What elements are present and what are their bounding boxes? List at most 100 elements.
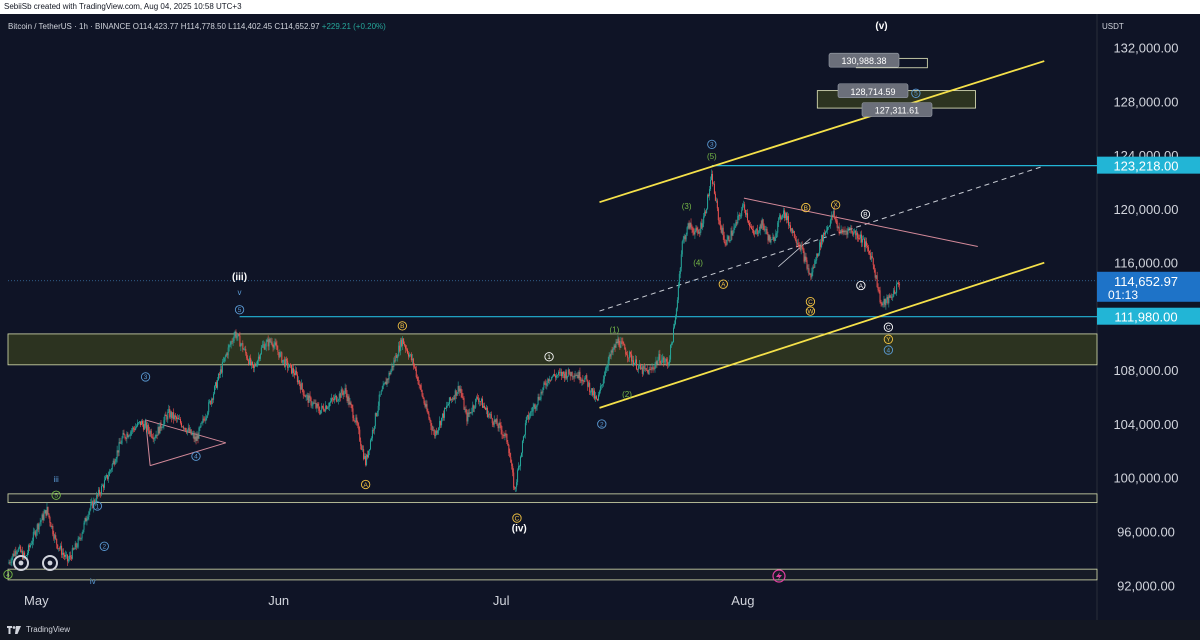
wave-label: (5) bbox=[707, 152, 717, 161]
candle-body bbox=[811, 272, 813, 278]
candle-body bbox=[771, 239, 773, 240]
candle-body bbox=[387, 378, 389, 380]
candle-body bbox=[388, 372, 390, 380]
candle-body bbox=[853, 232, 855, 235]
candle-body bbox=[476, 397, 478, 399]
candle-body bbox=[716, 200, 718, 209]
candle-body bbox=[362, 449, 364, 450]
candle-body bbox=[495, 419, 497, 423]
candle-body bbox=[208, 402, 210, 413]
candle-body bbox=[751, 228, 753, 231]
candle-body bbox=[543, 382, 545, 388]
candle-body bbox=[257, 356, 259, 361]
candle-body bbox=[842, 230, 844, 233]
candle-body bbox=[695, 227, 697, 232]
candle-body bbox=[60, 545, 62, 549]
candle-body bbox=[660, 363, 662, 364]
candle-body bbox=[242, 343, 244, 350]
wave-circle-marker: X bbox=[830, 200, 841, 210]
candle-body bbox=[764, 229, 766, 231]
candle-body bbox=[838, 226, 840, 234]
candle-body bbox=[158, 427, 160, 434]
candle-body bbox=[129, 435, 131, 436]
candle-body bbox=[384, 381, 386, 384]
candle-body bbox=[662, 357, 664, 360]
candle-body bbox=[40, 520, 42, 522]
candle-body bbox=[326, 405, 328, 409]
candle-body bbox=[661, 359, 663, 364]
candle-body bbox=[611, 350, 613, 353]
price-chart[interactable]: (v)(iii)(iv)viiiiv(1)(2)(3)(4)(5)3534512… bbox=[0, 0, 1200, 620]
candle-body bbox=[726, 239, 728, 245]
candle-body bbox=[674, 316, 676, 324]
candle-body bbox=[841, 229, 843, 231]
candle-body bbox=[692, 228, 694, 233]
candle-body bbox=[160, 422, 162, 429]
candle-body bbox=[560, 371, 562, 377]
candle-body bbox=[850, 229, 852, 231]
candle-body bbox=[291, 364, 293, 374]
candle-body bbox=[223, 357, 225, 362]
candle-body bbox=[863, 238, 865, 248]
candle-body bbox=[137, 422, 139, 427]
candle-body bbox=[869, 253, 871, 260]
marker-label: B bbox=[400, 323, 404, 330]
candle-body bbox=[407, 353, 409, 357]
candle-body bbox=[354, 420, 356, 422]
candle-body bbox=[747, 213, 749, 221]
candle-body bbox=[238, 334, 240, 336]
candle-body bbox=[803, 250, 805, 262]
candle-body bbox=[188, 427, 190, 433]
candle-body bbox=[175, 415, 177, 417]
candle-body bbox=[77, 538, 79, 547]
candle-body bbox=[396, 355, 398, 358]
candle-body bbox=[554, 374, 556, 376]
candle-body bbox=[38, 523, 40, 530]
candle-body bbox=[735, 222, 737, 226]
candle-body bbox=[164, 414, 166, 421]
candle-body bbox=[136, 426, 138, 428]
candle-body bbox=[550, 379, 552, 381]
candle-body bbox=[856, 232, 858, 236]
candle-body bbox=[471, 411, 473, 413]
candle-body bbox=[185, 430, 187, 433]
candle-body bbox=[225, 353, 227, 357]
candle-body bbox=[456, 392, 458, 396]
marker-label: 4 bbox=[6, 572, 10, 579]
candle-body bbox=[549, 379, 551, 381]
candle-body bbox=[839, 233, 841, 234]
candle-body bbox=[422, 395, 424, 399]
candle-body bbox=[536, 404, 538, 407]
candle-body bbox=[317, 403, 319, 407]
candle-body bbox=[666, 359, 668, 362]
candle-body bbox=[514, 487, 516, 489]
candle-body bbox=[675, 308, 677, 317]
candle-body bbox=[64, 554, 66, 557]
candle-body bbox=[239, 335, 241, 347]
map-pin-icon[interactable] bbox=[13, 555, 29, 571]
candle-body bbox=[133, 427, 135, 429]
map-pin-icon[interactable] bbox=[42, 555, 58, 571]
candle-body bbox=[814, 260, 816, 268]
candle-body bbox=[303, 394, 305, 396]
marker-label: Y bbox=[886, 337, 891, 344]
candle-body bbox=[846, 231, 848, 235]
candle-body bbox=[544, 382, 546, 384]
wave-circle-marker: A bbox=[361, 479, 371, 490]
candle-body bbox=[19, 546, 21, 549]
candle-body bbox=[219, 369, 221, 375]
candle-body bbox=[358, 425, 360, 430]
candle-body bbox=[423, 398, 425, 404]
candle-body bbox=[447, 403, 449, 406]
candle-body bbox=[590, 392, 592, 393]
candle-body bbox=[140, 421, 142, 426]
marker-label: W bbox=[807, 308, 814, 315]
candle-body bbox=[132, 427, 134, 431]
candle-body bbox=[870, 256, 872, 260]
candle-body bbox=[206, 416, 208, 418]
candle-body bbox=[835, 219, 837, 221]
candle-body bbox=[734, 225, 736, 228]
candle-body bbox=[619, 345, 621, 348]
candle-body bbox=[152, 437, 154, 440]
candle-body bbox=[228, 345, 230, 348]
